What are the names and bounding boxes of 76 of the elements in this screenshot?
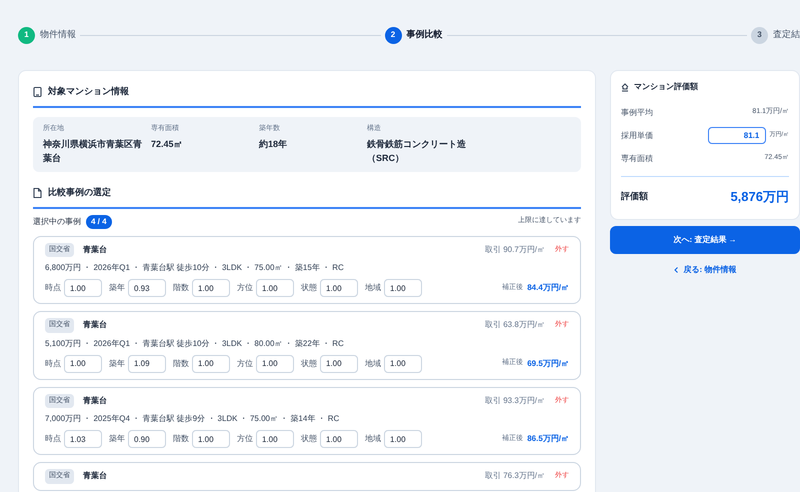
factor-input[interactable]: 1.00 — [384, 430, 422, 448]
case-details: 6,800万円 ・ 2026年Q1 ・ 青葉台駅 徒歩10分 ・ 3LDK ・ 75.00㎡ ・ 築15年 ・ RC — [45, 262, 345, 274]
factor-label: 方位 — [237, 433, 253, 445]
field-value: 約18年 — [259, 138, 288, 151]
field-value: 鉄骨鉄筋コンクリート造（SRC） — [367, 138, 467, 165]
adjusted-price: 69.5万円/㎡ — [527, 358, 569, 370]
factor-input[interactable]: 1.00 — [64, 354, 102, 372]
adjusted-price: 86.5万円/㎡ — [527, 433, 569, 445]
chevron-left-icon — [674, 266, 678, 272]
factor-input[interactable]: 1.00 — [64, 279, 102, 297]
adjusted-price: 84.4万円/㎡ — [527, 282, 569, 294]
factor-label: 地域 — [365, 358, 381, 370]
building-icon — [33, 86, 42, 97]
case-details: 5,100万円 ・ 2026年Q1 ・ 青葉台駅 徒歩10分 ・ 3LDK ・ 80.00㎡ ・ 築22年 ・ RC — [45, 338, 345, 350]
transaction-price: 取引 93.3万円/㎡ — [484, 394, 545, 407]
back-link[interactable]: 戻る: 物件情報 — [674, 264, 736, 276]
field-value: 神奈川県横浜市青葉区青葉台 — [43, 138, 143, 165]
factor-label: 時点 — [45, 358, 61, 370]
factor-input[interactable]: 1.00 — [256, 354, 294, 372]
step-number[interactable]: 3 — [751, 26, 768, 44]
factor-input[interactable]: 1.00 — [384, 354, 422, 372]
factor-label: 階数 — [173, 282, 189, 294]
factor-input[interactable]: 1.00 — [192, 279, 230, 297]
factor-input[interactable]: 1.00 — [192, 354, 230, 372]
factor-label: 築年 — [109, 433, 125, 445]
row-label: 採用単価 — [621, 130, 653, 142]
document-icon — [33, 188, 42, 198]
factor-input[interactable]: 1.09 — [128, 354, 166, 372]
factor-label: 地域 — [365, 282, 381, 294]
case-details: 7,000万円 ・ 2025年Q4 ・ 青葉台駅 徒歩9分 ・ 3LDK ・ 75.00㎡ ・ 築14年 ・ RC — [45, 413, 340, 425]
field-value: 72.45㎡ — [151, 138, 184, 151]
step-label: 査定結 — [773, 28, 800, 42]
total-value: 5,876万円 — [730, 188, 789, 206]
factor-input[interactable]: 1.00 — [320, 430, 358, 448]
step-number[interactable]: 2 — [384, 26, 402, 44]
factor-input[interactable]: 1.03 — [64, 430, 102, 448]
count-badge: 4 / 4 — [86, 214, 112, 228]
factor-label: 時点 — [45, 433, 61, 445]
selected-label: 選択中の事例 — [33, 216, 81, 228]
factor-input[interactable]: 1.00 — [256, 430, 294, 448]
step-label: 事例比較 — [406, 28, 442, 42]
transaction-price: 取引 90.7万円/㎡ — [484, 244, 545, 256]
total-label: 評価額 — [621, 190, 648, 203]
home-icon — [621, 82, 629, 92]
row-label: 事例平均 — [621, 106, 653, 118]
case-name: 青葉台 — [83, 470, 107, 482]
factor-label: 状態 — [301, 282, 317, 294]
factor-input[interactable]: 1.00 — [384, 279, 422, 297]
transaction-price: 取引 63.8万円/㎡ — [484, 319, 545, 332]
row-label: 専有面積 — [621, 152, 653, 164]
factor-input[interactable]: 1.00 — [320, 279, 358, 297]
section-title: 対象マンション情報 — [48, 85, 129, 98]
transaction-price: 取引 76.3万円/㎡ — [484, 470, 545, 482]
factor-label: 築年 — [109, 358, 125, 370]
factor-label: 階数 — [173, 358, 189, 370]
unit-price-input[interactable]: 81.1 — [708, 127, 766, 144]
factor-label: 状態 — [301, 358, 317, 370]
factor-input[interactable]: 1.00 — [256, 279, 294, 297]
section-title: 比較事例の選定 — [48, 186, 111, 199]
factor-input[interactable]: 0.93 — [128, 279, 166, 297]
next-button[interactable]: 次へ: 査定結果 → — [610, 226, 800, 254]
factor-input[interactable]: 0.90 — [128, 430, 166, 448]
factor-label: 方位 — [237, 282, 253, 294]
factor-label: 状態 — [301, 433, 317, 445]
factor-input[interactable]: 1.00 — [192, 430, 230, 448]
factor-label: 方位 — [237, 358, 253, 370]
step-label: 物件情報 — [40, 28, 76, 42]
case-name: 青葉台 — [83, 319, 107, 332]
factor-label: 地域 — [365, 433, 381, 445]
valuation-title: マンション評価額 — [634, 81, 698, 93]
factor-label: 階数 — [173, 433, 189, 445]
factor-label: 築年 — [109, 282, 125, 294]
case-name: 青葉台 — [83, 244, 107, 256]
factor-label: 時点 — [45, 282, 61, 294]
case-name: 青葉台 — [83, 394, 107, 407]
factor-input[interactable]: 1.00 — [320, 354, 358, 372]
